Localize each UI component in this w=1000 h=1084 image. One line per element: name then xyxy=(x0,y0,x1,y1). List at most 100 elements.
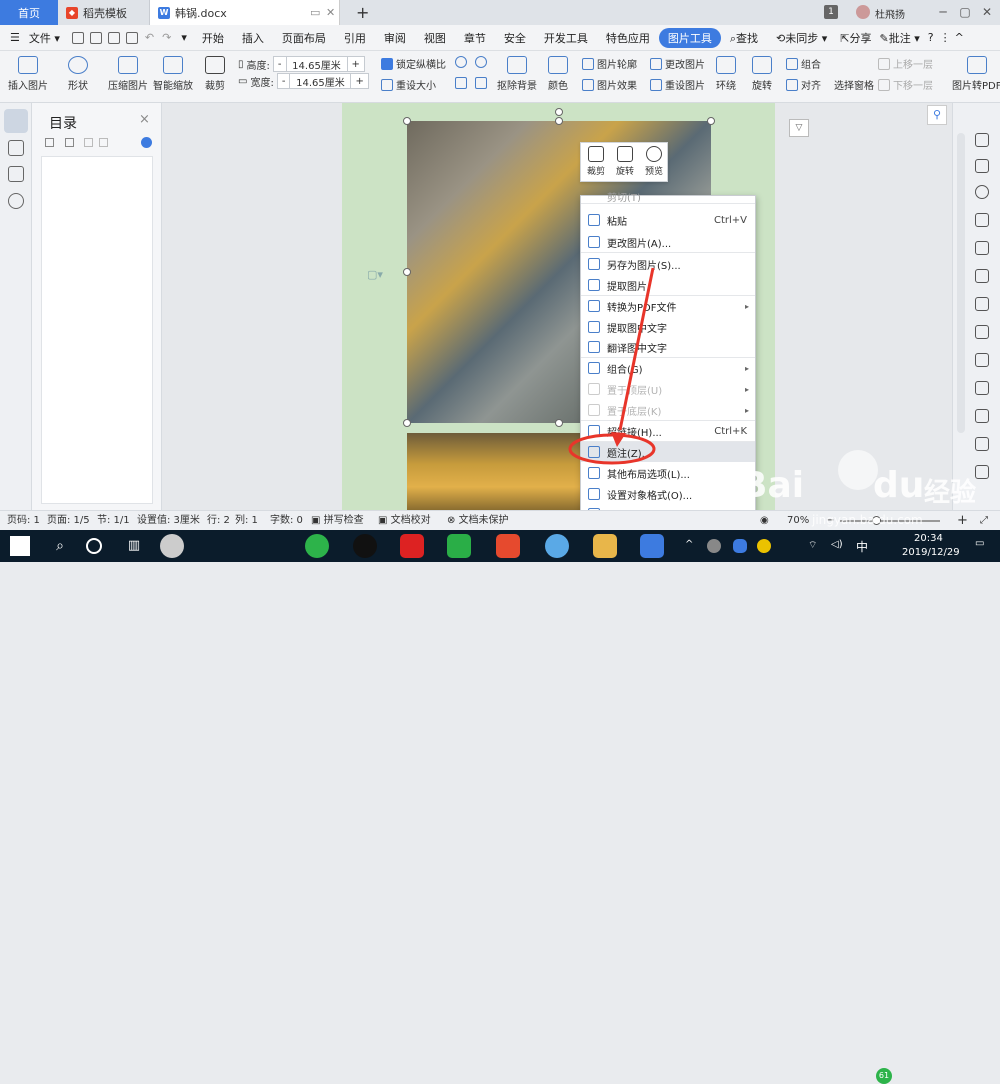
ctx-item-13[interactable]: 设置对象格式(O)... xyxy=(581,484,755,504)
ctx-item-9[interactable]: 置于底层(K) ▸ xyxy=(581,400,755,420)
user-name[interactable]: 杜飛扬 xyxy=(875,6,905,21)
notification-badge[interactable]: 61 xyxy=(876,1068,892,1084)
close-button[interactable]: ✕ xyxy=(976,2,998,22)
layout-options-icon[interactable]: ▽ xyxy=(789,119,809,137)
window-icon[interactable]: ▭ xyxy=(310,6,320,19)
color-button[interactable]: 颜色 xyxy=(548,56,568,92)
ctx-item-8[interactable]: 置于顶层(U) ▸ xyxy=(581,379,755,399)
tray-app-icon-1[interactable] xyxy=(707,539,721,553)
lock-ratio-checkbox[interactable]: 锁定纵横比 xyxy=(381,56,446,71)
rotate-handle[interactable] xyxy=(555,108,563,116)
rotate-left-button[interactable] xyxy=(455,56,467,68)
tab-close-icon[interactable]: ✕ xyxy=(326,6,335,19)
task-view-icon[interactable]: ▥ xyxy=(122,534,146,558)
ctx-item-6[interactable]: 翻译图中文字 xyxy=(581,337,755,357)
zoom-slider-thumb[interactable] xyxy=(872,516,881,525)
eye-protection-icon[interactable]: ◉ xyxy=(760,511,769,531)
menu-start[interactable]: 开始 xyxy=(193,30,233,46)
more-tools-icon[interactable] xyxy=(975,465,989,479)
rotate-button[interactable]: 旋转 xyxy=(752,56,772,92)
ctx-item-5[interactable]: 提取图中文字 xyxy=(581,317,755,337)
crop-button[interactable]: 裁剪 xyxy=(205,56,225,92)
send-backward-button[interactable]: 下移一层 xyxy=(878,77,933,92)
zoom-out-button[interactable]: − xyxy=(826,511,834,531)
translate-icon[interactable] xyxy=(975,241,989,255)
width-plus[interactable]: + xyxy=(351,76,367,87)
status-words[interactable]: 字数: 0 xyxy=(270,511,303,531)
rotate-right-button[interactable] xyxy=(475,56,487,68)
menu-security[interactable]: 安全 xyxy=(495,30,535,46)
toc-expand-icon[interactable] xyxy=(45,138,54,147)
height-value[interactable]: 14.65厘米 xyxy=(285,56,348,72)
search-button[interactable]: ⌕查找 xyxy=(721,30,767,46)
ctx-item-10[interactable]: 超链接(H)... Ctrl+K xyxy=(581,421,755,441)
pdf-app-icon[interactable] xyxy=(400,534,424,558)
minimize-button[interactable]: ─ xyxy=(932,2,954,22)
shape-button[interactable]: 形状 xyxy=(68,56,88,92)
tab-template[interactable]: ◆ 稻壳模板 xyxy=(58,0,150,25)
zoom-level[interactable]: 70% xyxy=(787,511,809,531)
toc-remove-icon[interactable] xyxy=(99,138,108,147)
collapse-ribbon-icon[interactable]: ^ xyxy=(953,31,966,44)
grid-icon[interactable] xyxy=(975,297,989,311)
more-icon[interactable]: ⋮ xyxy=(938,31,953,44)
menu-page-layout[interactable]: 页面布局 xyxy=(273,30,335,46)
menu-developer[interactable]: 开发工具 xyxy=(535,30,597,46)
zoom-slider[interactable] xyxy=(840,520,940,522)
toc-collapse-icon[interactable] xyxy=(65,138,74,147)
ctx-item-12[interactable]: 其他布局选项(L)... xyxy=(581,463,755,483)
user-avatar[interactable] xyxy=(856,5,870,19)
flip-v-button[interactable] xyxy=(475,77,487,89)
menu-references[interactable]: 引用 xyxy=(335,30,375,46)
penguin-app-icon[interactable] xyxy=(545,534,569,558)
print-icon[interactable] xyxy=(107,31,120,44)
clipboard-icon[interactable] xyxy=(975,325,989,339)
new-tab-button[interactable]: + xyxy=(348,0,377,25)
paint-icon[interactable] xyxy=(975,437,989,451)
height-spinner[interactable]: -14.65厘米 + xyxy=(272,56,365,72)
redo-icon[interactable]: ↷ xyxy=(158,31,175,44)
browser-app-icon[interactable] xyxy=(305,534,329,558)
menu-view[interactable]: 视图 xyxy=(415,30,455,46)
protection-status[interactable]: ⊗ 文档未保护 xyxy=(447,511,509,531)
toc-settings-icon[interactable] xyxy=(141,137,152,148)
smart-scale-button[interactable]: 智能缩放 xyxy=(153,56,193,92)
pages-nav-icon[interactable] xyxy=(8,140,24,156)
mini-preview-button[interactable]: 预览 xyxy=(640,145,668,177)
reset-size-button[interactable]: 重设大小 xyxy=(381,77,436,92)
ctx-item-7[interactable]: 组合(G) ▸ xyxy=(581,358,755,378)
change-image-button[interactable]: 更改图片 xyxy=(650,56,705,71)
window-count-badge[interactable]: 1 xyxy=(824,5,838,19)
clock-date[interactable]: 2019/12/29 xyxy=(902,547,960,558)
maximize-button[interactable]: ▢ xyxy=(954,2,976,22)
ctx-item-11[interactable]: 题注(Z)... xyxy=(581,442,755,462)
qq-app-icon[interactable] xyxy=(353,534,377,558)
spellcheck-button[interactable]: ▣ 拼写检查 xyxy=(311,511,364,531)
undo-icon[interactable]: ↶ xyxy=(141,31,158,44)
ime-indicator[interactable]: 中 xyxy=(856,538,868,555)
resize-handle-b[interactable] xyxy=(555,419,563,427)
mini-crop-button[interactable]: 裁剪 xyxy=(582,145,610,177)
menu-review[interactable]: 审阅 xyxy=(375,30,415,46)
mini-rotate-button[interactable]: 旋转 xyxy=(611,145,639,177)
outline-button[interactable]: 图片轮廓 xyxy=(582,56,637,71)
toc-list[interactable] xyxy=(41,156,153,504)
ctx-item-3[interactable]: 提取图片 xyxy=(581,275,755,295)
tray-app-icon-3[interactable] xyxy=(757,539,771,553)
shape-tool-icon[interactable] xyxy=(975,213,989,227)
menu-insert[interactable]: 插入 xyxy=(233,30,273,46)
windows-start-icon[interactable] xyxy=(10,536,30,556)
search-taskbar-icon[interactable]: ⌕ xyxy=(48,534,72,558)
vertical-scrollbar[interactable] xyxy=(957,133,965,433)
bring-forward-button[interactable]: 上移一层 xyxy=(878,56,933,71)
menu-special[interactable]: 特色应用 xyxy=(597,30,659,46)
save-icon[interactable] xyxy=(71,31,84,44)
width-spinner[interactable]: -14.65厘米 + xyxy=(276,73,369,89)
toc-nav-icon[interactable] xyxy=(4,109,28,133)
menu-picture-tools[interactable]: 图片工具 xyxy=(658,27,721,48)
file-explorer-icon[interactable] xyxy=(593,534,617,558)
width-minus[interactable]: - xyxy=(278,76,290,87)
cortana-icon[interactable] xyxy=(86,538,102,554)
fullscreen-icon[interactable]: ⤢ xyxy=(980,511,988,531)
reset-image-button[interactable]: 重设图片 xyxy=(650,77,705,92)
